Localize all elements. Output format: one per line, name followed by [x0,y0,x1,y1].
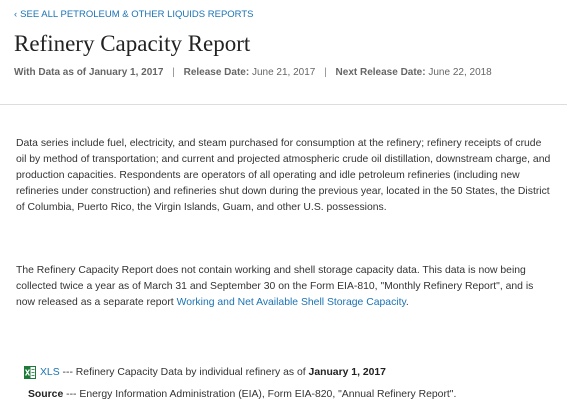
source-label: Source [28,389,64,400]
meta-separator: | [172,67,175,78]
chevron-left-icon: ‹ [14,9,18,20]
xls-download-link[interactable]: XLS [40,367,60,378]
storage-note-end: . [405,297,409,308]
page-title: Refinery Capacity Report [14,31,251,56]
data-as-of: With Data as of January 1, 2017 [14,67,164,78]
release-date-label: Release Date: [183,67,250,78]
breadcrumb-label: SEE ALL PETROLEUM & OTHER LIQUIDS REPORT… [20,9,254,20]
breadcrumb-back-link[interactable]: ‹ SEE ALL PETROLEUM & OTHER LIQUIDS REPOR… [14,9,254,20]
next-release-date-label: Next Release Date: [335,67,426,78]
storage-note-paragraph: The Refinery Capacity Report does not co… [16,263,554,311]
description-paragraph: Data series include fuel, electricity, a… [16,138,551,213]
xls-download-row: XLS --- Refinery Capacity Data by indivi… [24,366,386,379]
divider [0,104,567,105]
next-release-date-value: June 22, 2018 [428,67,492,78]
source-row: Source --- Energy Information Administra… [28,389,456,400]
xls-description: --- Refinery Capacity Data by individual… [59,367,309,378]
report-meta: With Data as of January 1, 2017 | Releas… [14,67,492,78]
meta-separator: | [324,67,327,78]
release-date-value: June 21, 2017 [251,67,316,78]
xls-date: January 1, 2017 [308,367,386,378]
shell-storage-capacity-link[interactable]: Working and Net Available Shell Storage … [177,297,406,308]
source-text: --- Energy Information Administration (E… [63,389,457,400]
excel-file-icon[interactable] [24,366,36,379]
